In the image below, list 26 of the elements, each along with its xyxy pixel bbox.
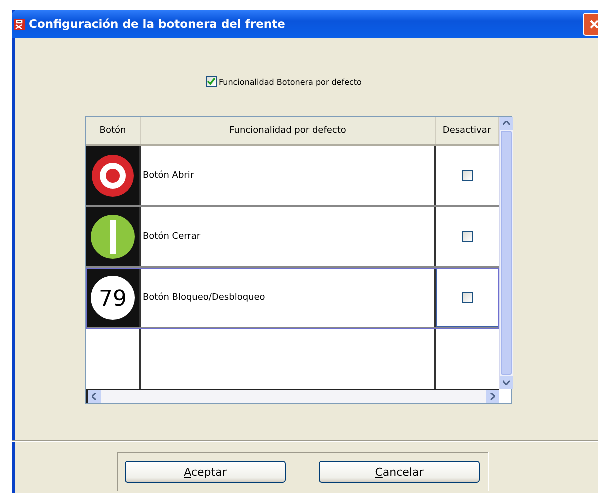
table-cell: Botón Cerrar bbox=[143, 232, 201, 242]
checkmark-icon bbox=[207, 77, 216, 86]
table-row[interactable]: 79 Botón Bloqueo/Desbloqueo bbox=[86, 268, 499, 329]
window-title: Configuración de la botonera del frente bbox=[29, 17, 286, 31]
checkbox[interactable] bbox=[462, 231, 473, 242]
scroll-down-button[interactable] bbox=[500, 376, 513, 389]
close-icon bbox=[588, 19, 598, 29]
app-icon bbox=[14, 18, 25, 30]
accept-button[interactable]: Aceptar bbox=[125, 461, 286, 484]
close-button[interactable] bbox=[583, 12, 598, 36]
checkbox[interactable] bbox=[206, 76, 217, 87]
column-header: Botón bbox=[86, 117, 141, 144]
checkbox[interactable] bbox=[462, 170, 473, 181]
badge-number: 79 bbox=[98, 286, 126, 312]
scroll-right-button[interactable] bbox=[486, 390, 499, 403]
table-cell: Botón Abrir bbox=[143, 170, 194, 180]
table-row[interactable]: Botón Abrir bbox=[86, 146, 499, 207]
checkbox-label: Funcionalidad Botonera por defecto bbox=[219, 78, 362, 86]
checkbox[interactable] bbox=[462, 292, 473, 303]
scrollbar-thumb[interactable] bbox=[501, 131, 512, 375]
table-cell: Botón Bloqueo/Desbloqueo bbox=[143, 292, 266, 302]
scroll-left-button[interactable] bbox=[88, 390, 101, 403]
scroll-up-button[interactable] bbox=[500, 117, 513, 130]
column-header: Funcionalidad por defecto bbox=[141, 117, 436, 144]
cancel-button[interactable]: Cancelar bbox=[319, 461, 480, 484]
table-row[interactable]: Botón Cerrar bbox=[86, 207, 499, 268]
